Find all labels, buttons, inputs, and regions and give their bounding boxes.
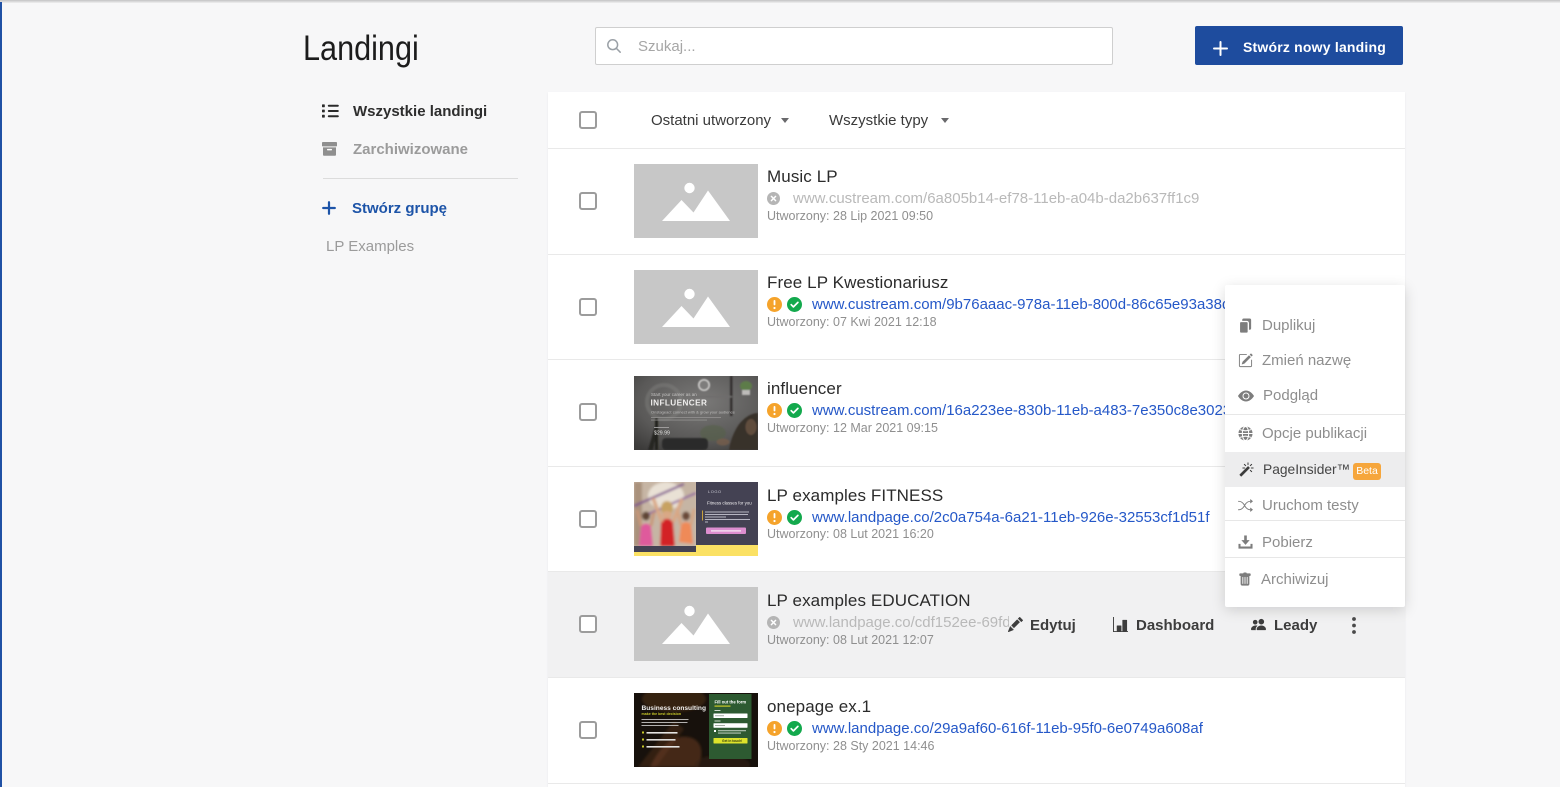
svg-text:INFLUENCER: INFLUENCER [651,399,708,408]
svg-text:Business consulting: Business consulting [642,705,706,712]
svg-text:LOGO: LOGO [708,489,722,494]
svg-text:make the best decision: make the best decision [642,712,682,716]
svg-text:$29.99: $29.99 [654,431,670,437]
svg-text:Fill out the form: Fill out the form [715,700,747,705]
svg-text:Onstagead: connect with & grow: Onstagead: connect with & grow your audi… [651,410,736,415]
svg-text:Fitness classes for you: Fitness classes for you [707,501,752,506]
svg-text:Get in touch!: Get in touch! [722,739,742,743]
svg-text:Start your career as an: Start your career as an [651,392,697,397]
